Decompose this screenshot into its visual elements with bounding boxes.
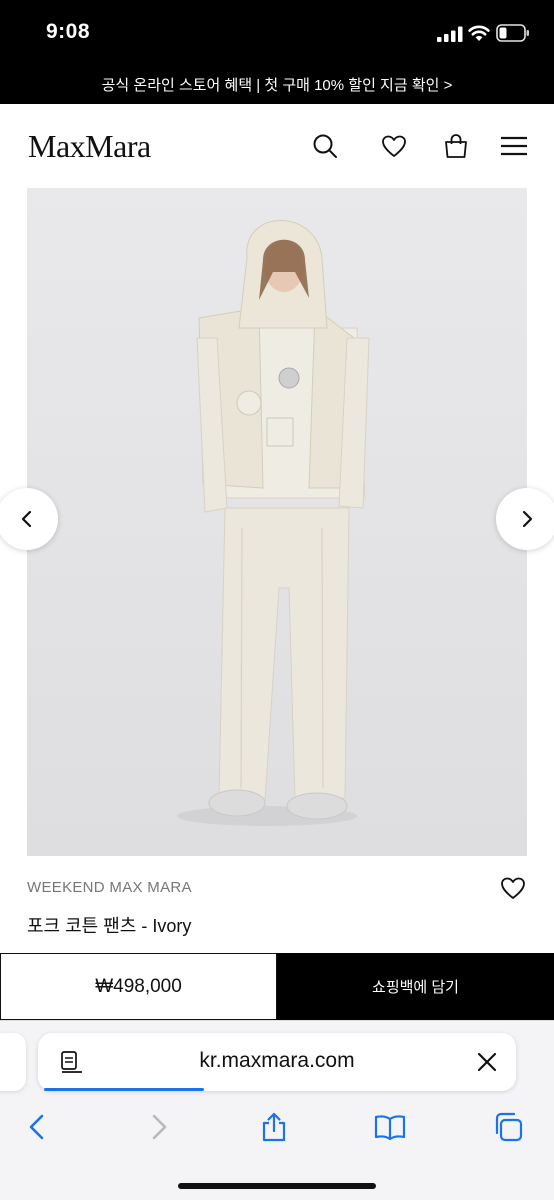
menu-icon[interactable] xyxy=(500,132,528,160)
page-load-progress xyxy=(44,1088,204,1091)
close-icon[interactable] xyxy=(475,1050,499,1074)
product-brand: WEEKEND MAX MARA xyxy=(27,879,192,896)
product-name: 포크 코튼 팬츠 - Ivory xyxy=(27,916,192,936)
chevron-left-icon xyxy=(21,510,32,528)
url-text[interactable]: kr.maxmara.com xyxy=(38,1049,516,1073)
share-icon[interactable] xyxy=(258,1111,290,1143)
product-image[interactable] xyxy=(27,188,527,856)
promo-banner[interactable]: 공식 온라인 스토어 혜택 | 첫 구매 10% 할인 지금 확인 > xyxy=(0,74,554,95)
battery-icon xyxy=(496,24,529,42)
back-icon[interactable] xyxy=(22,1111,54,1143)
address-bar[interactable]: kr.maxmara.com xyxy=(38,1033,516,1091)
home-indicator xyxy=(178,1183,376,1189)
previous-tab-card[interactable] xyxy=(0,1033,26,1091)
browser-chrome: kr.maxmara.com xyxy=(0,1020,554,1200)
wishlist-heart-icon[interactable] xyxy=(499,874,527,902)
wifi-icon xyxy=(468,25,490,41)
forward-icon[interactable] xyxy=(142,1111,174,1143)
search-icon[interactable] xyxy=(311,132,339,160)
add-to-bag-button[interactable]: 쇼핑백에 담기 xyxy=(277,953,554,1020)
cellular-signal-icon xyxy=(437,26,463,42)
model-photo xyxy=(27,188,527,856)
price-display: ₩498,000 xyxy=(0,953,277,1020)
chevron-right-icon xyxy=(522,510,533,528)
tabs-icon[interactable] xyxy=(492,1111,524,1143)
carousel-next-button[interactable] xyxy=(496,488,554,550)
site-header: MaxMara xyxy=(0,104,554,188)
status-and-promo-bar: 9:08 공식 온라인 스토어 혜택 | 첫 구매 10% 할인 지금 확인 > xyxy=(0,0,554,104)
heart-icon[interactable] xyxy=(380,132,408,160)
maxmara-logo[interactable]: MaxMara xyxy=(28,128,151,165)
bookmarks-icon[interactable] xyxy=(374,1111,406,1143)
bag-icon[interactable] xyxy=(442,132,470,160)
status-time: 9:08 xyxy=(46,20,91,43)
